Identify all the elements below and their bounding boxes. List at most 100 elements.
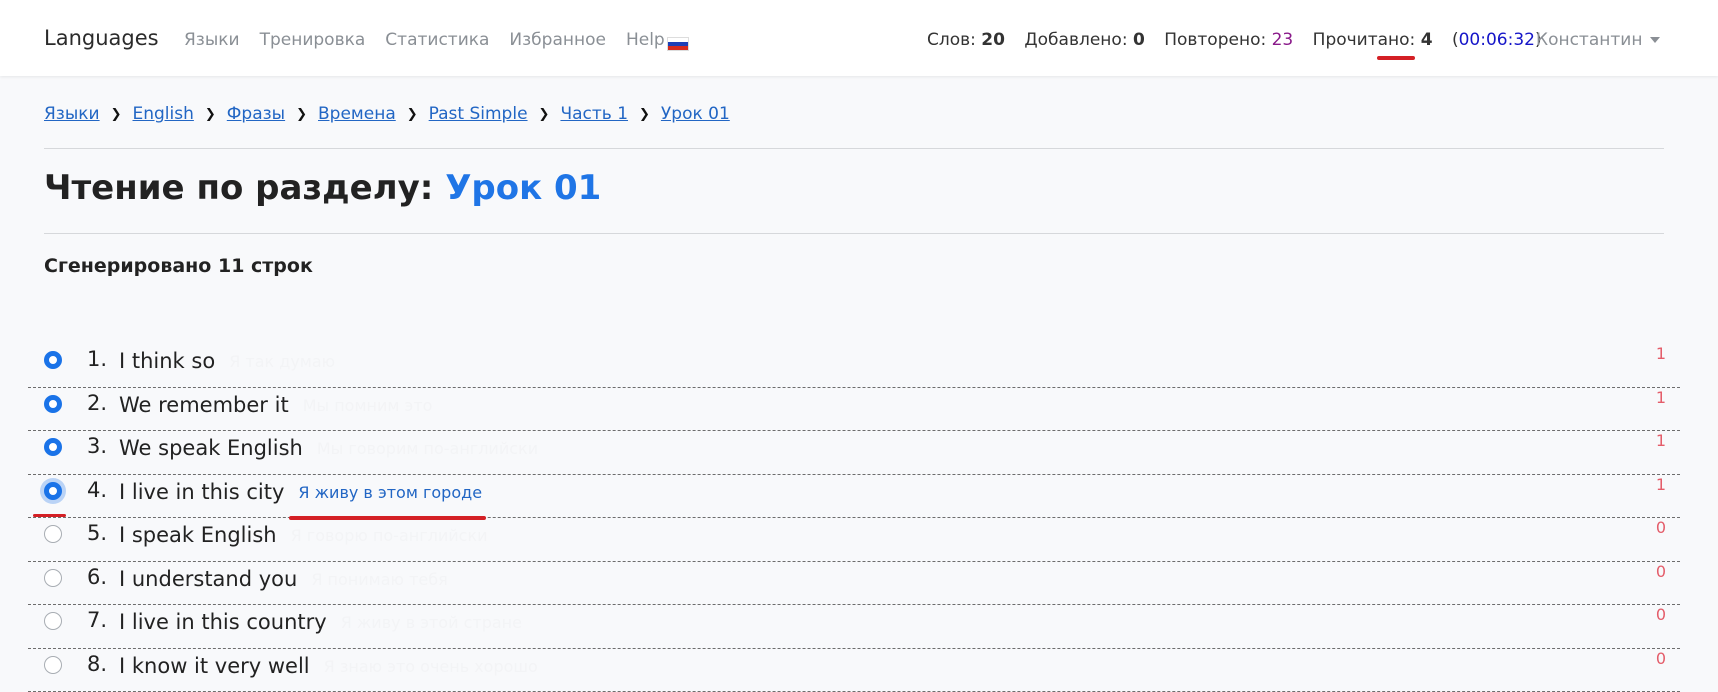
row-phrase[interactable]: I think so Я так думаю [119, 349, 335, 373]
phrase-text: I think so [119, 349, 215, 373]
row-phrase[interactable]: We remember it Мы помним это [119, 393, 432, 417]
translation-highlight-underline [289, 516, 486, 520]
chevron-down-icon [1650, 37, 1660, 43]
breadcrumb-languages[interactable]: Языки [44, 104, 100, 124]
phrase-list: 1. I think so Я так думаю 1 2. We remembe… [28, 344, 1680, 692]
read-label: Прочитано: [1313, 30, 1416, 50]
phrase-text: I understand you [119, 567, 297, 591]
phrase-text: We speak English [119, 436, 303, 460]
row-phrase[interactable]: I speak English Я говорю по-английски [119, 523, 488, 547]
read-count: 1 [1656, 431, 1666, 450]
phrase-translation: Я знаю это очень хорошо [324, 657, 538, 676]
row-number: 1. [87, 347, 107, 371]
row-phrase[interactable]: We speak EnglishМы говорим по-английски [119, 436, 538, 460]
list-item: 7. I live in this country Я живу в этой с… [28, 605, 1680, 649]
phrase-text: I speak English [119, 523, 277, 547]
top-navbar: Languages Языки Тренировка Статистика Из… [0, 0, 1718, 76]
breadcrumb-phrases[interactable]: Фразы [227, 104, 285, 124]
session-stats: Слов: 20 Добавлено: 0 Повторено: 23 Проч… [927, 30, 1542, 50]
repeated-label: Повторено: [1164, 30, 1266, 50]
read-count: 1 [1656, 475, 1666, 494]
row-phrase[interactable]: I know it very well Я знаю это очень хоро… [119, 654, 538, 678]
read-value: 4 [1421, 30, 1433, 50]
nav-link-training[interactable]: Тренировка [260, 30, 366, 50]
added-label: Добавлено: [1024, 30, 1127, 50]
row-radio[interactable] [44, 438, 62, 456]
chevron-right-icon: ❯ [111, 107, 122, 122]
read-count: 0 [1656, 562, 1666, 581]
row-radio[interactable] [44, 569, 62, 587]
row-number: 3. [87, 434, 107, 458]
timer-open-paren: ( [1452, 30, 1459, 50]
list-item: 1. I think so Я так думаю 1 [28, 344, 1680, 388]
nav-link-languages[interactable]: Языки [184, 30, 240, 50]
list-item: 2. We remember it Мы помним это 1 [28, 388, 1680, 432]
breadcrumb-tenses[interactable]: Времена [318, 104, 396, 124]
phrase-text: We remember it [119, 393, 289, 417]
read-count: 0 [1656, 518, 1666, 537]
row-phrase[interactable]: I understand you Я понимаю тебя [119, 567, 448, 591]
row-radio[interactable] [44, 395, 62, 413]
row-radio[interactable] [44, 351, 62, 369]
chevron-right-icon: ❯ [205, 107, 216, 122]
row-radio[interactable] [44, 525, 62, 543]
generated-rows-count: Сгенерировано 11 строк [44, 255, 313, 277]
page-title-section: Урок 01 [445, 168, 601, 208]
phrase-translation: Я говорю по-английски [291, 526, 488, 545]
read-count: 1 [1656, 388, 1666, 407]
phrase-text: I know it very well [119, 654, 310, 678]
breadcrumb-past-simple[interactable]: Past Simple [429, 104, 528, 124]
row-number: 2. [87, 391, 107, 415]
row-number: 4. [87, 478, 107, 502]
nav-link-help[interactable]: Help [626, 30, 665, 50]
page-title: Чтение по разделу: Урок 01 [44, 168, 601, 208]
phrase-text: I live in this country [119, 610, 327, 634]
breadcrumb-part-1[interactable]: Часть 1 [560, 104, 628, 124]
nav-links: Языки Тренировка Статистика Избранное He… [184, 30, 685, 50]
chevron-right-icon: ❯ [296, 107, 307, 122]
chevron-right-icon: ❯ [639, 107, 650, 122]
row-radio[interactable] [44, 482, 62, 500]
chevron-right-icon: ❯ [407, 107, 418, 122]
list-item: 4. I live in this city Я живу в этом горо… [28, 475, 1680, 519]
breadcrumb-lesson-01[interactable]: Урок 01 [661, 104, 730, 124]
words-value: 20 [981, 30, 1005, 50]
brand-logo[interactable]: Languages [44, 26, 159, 50]
added-value: 0 [1133, 30, 1145, 50]
phrase-translation: Я живу в этом городе [298, 483, 482, 502]
page-title-prefix: Чтение по разделу: [44, 168, 433, 208]
phrase-translation: Я так думаю [229, 352, 335, 371]
row-number: 5. [87, 521, 107, 545]
read-count: 1 [1656, 344, 1666, 363]
user-menu-dropdown[interactable]: Константин [1536, 30, 1660, 50]
words-label: Слов: [927, 30, 976, 50]
read-count: 0 [1656, 649, 1666, 668]
divider [44, 148, 1664, 149]
divider [44, 233, 1664, 234]
read-count-highlight [1377, 56, 1415, 60]
phrase-translation: Я понимаю тебя [311, 570, 447, 589]
nav-link-statistics[interactable]: Статистика [385, 30, 489, 50]
chevron-right-icon: ❯ [539, 107, 550, 122]
read-count: 0 [1656, 605, 1666, 624]
row-number: 8. [87, 652, 107, 676]
session-timer: 00:06:32 [1459, 30, 1535, 50]
row-phrase[interactable]: I live in this country Я живу в этой стра… [119, 610, 522, 634]
row-number: 7. [87, 608, 107, 632]
radio-focus-underline [33, 514, 66, 517]
row-radio[interactable] [44, 656, 62, 674]
user-name: Константин [1536, 30, 1642, 50]
row-radio[interactable] [44, 612, 62, 630]
list-item: 3. We speak EnglishМы говорим по-английс… [28, 431, 1680, 475]
nav-link-favorites[interactable]: Избранное [509, 30, 606, 50]
list-item: 8. I know it very well Я знаю это очень х… [28, 649, 1680, 692]
phrase-text: I live in this city [119, 480, 284, 504]
breadcrumb-english[interactable]: English [133, 104, 194, 124]
repeated-value: 23 [1272, 30, 1294, 50]
row-phrase[interactable]: I live in this city Я живу в этом городе [119, 480, 482, 504]
phrase-translation: Мы помним это [303, 396, 433, 415]
phrase-translation: Я живу в этой стране [341, 613, 522, 632]
list-item: 5. I speak EnglishЯ говорю по-английски … [28, 518, 1680, 562]
russian-flag-icon[interactable] [667, 37, 689, 51]
list-item: 6. I understand youЯ понимаю тебя 0 [28, 562, 1680, 606]
